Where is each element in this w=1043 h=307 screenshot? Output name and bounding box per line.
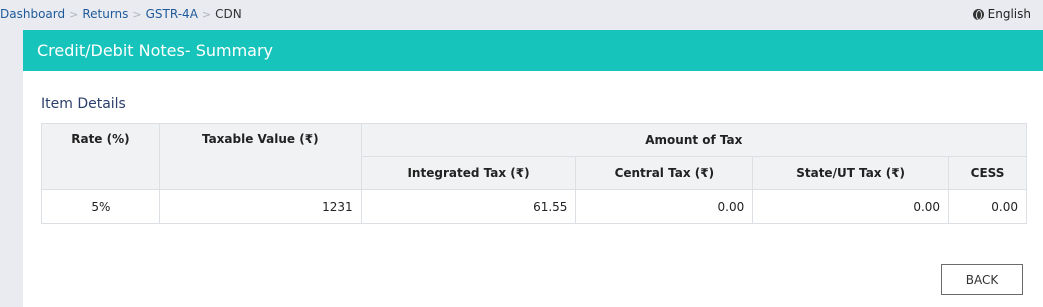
table-row: 5% 1231 61.55 0.00 0.00 0.00 [41, 189, 1027, 224]
header-central-tax: Central Tax (₹) [575, 156, 754, 190]
header-taxable-value: Taxable Value (₹) [158, 123, 362, 190]
language-label: English [987, 7, 1031, 21]
breadcrumb-returns-link[interactable]: Returns [82, 7, 128, 21]
item-details-table: Rate (%) Taxable Value (₹) Amount of Tax… [41, 123, 1028, 224]
breadcrumb-current: CDN [215, 7, 242, 21]
breadcrumb-separator: > [201, 8, 212, 21]
breadcrumb-gstr4a-link[interactable]: GSTR-4A [146, 7, 198, 21]
breadcrumb-dashboard-link[interactable]: Dashboard [0, 7, 65, 21]
language-selector[interactable]: English [972, 7, 1031, 21]
cell-rate: 5% [41, 189, 160, 224]
header-amount-of-tax: Amount of Tax [360, 123, 1028, 157]
breadcrumb-separator: > [132, 8, 142, 21]
top-bar: Dashboard > Returns > GSTR-4A > CDN English [0, 0, 1043, 30]
cell-taxable-value: 1231 [158, 189, 362, 224]
cell-central-tax: 0.00 [575, 189, 754, 224]
cell-integrated-tax: 61.55 [360, 189, 577, 224]
header-cess: CESS [948, 156, 1027, 190]
breadcrumb-separator: > [69, 8, 79, 21]
cdn-summary-panel: Credit/Debit Notes- Summary Item Details… [23, 30, 1043, 307]
section-title: Item Details [41, 96, 126, 112]
panel-title: Credit/Debit Notes- Summary [23, 30, 1043, 71]
header-rate: Rate (%) [41, 123, 160, 190]
header-integrated-tax: Integrated Tax (₹) [360, 156, 577, 190]
cell-cess: 0.00 [948, 189, 1027, 224]
cell-state-ut-tax: 0.00 [752, 189, 950, 224]
header-state-ut-tax: State/UT Tax (₹) [752, 156, 950, 190]
breadcrumb: Dashboard > Returns > GSTR-4A > CDN [0, 7, 242, 21]
globe-icon [972, 8, 984, 20]
back-button[interactable]: BACK [941, 264, 1023, 295]
